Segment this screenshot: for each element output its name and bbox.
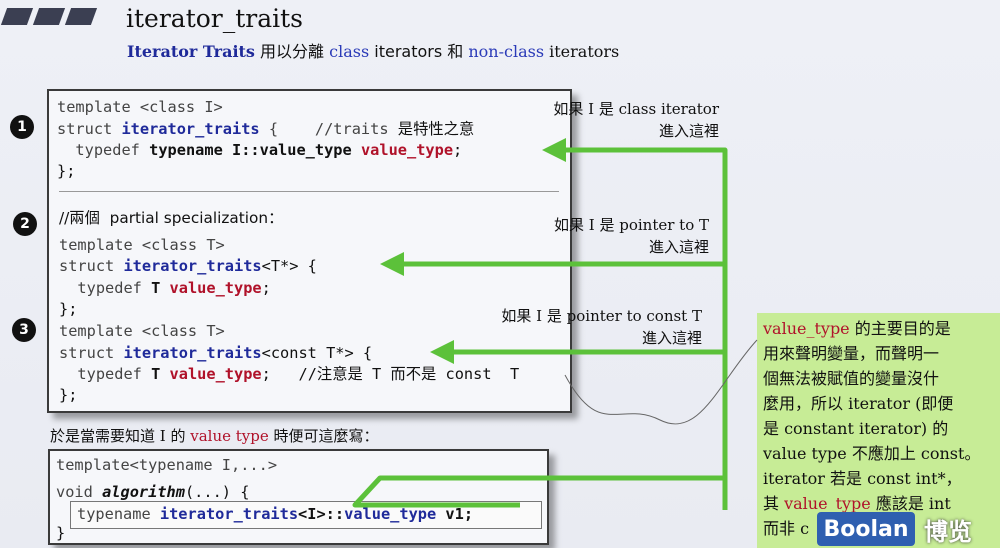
arrow-to-primary bbox=[560, 147, 728, 510]
arrowhead-3 bbox=[430, 340, 454, 364]
boolan-logo: Boolan bbox=[817, 512, 915, 546]
arrowhead-1 bbox=[542, 138, 566, 162]
arrow-overlay bbox=[352, 138, 758, 510]
arrow-from-usage bbox=[352, 475, 725, 508]
arrowhead-2 bbox=[380, 252, 404, 276]
brand-name: 博览 bbox=[924, 517, 972, 546]
